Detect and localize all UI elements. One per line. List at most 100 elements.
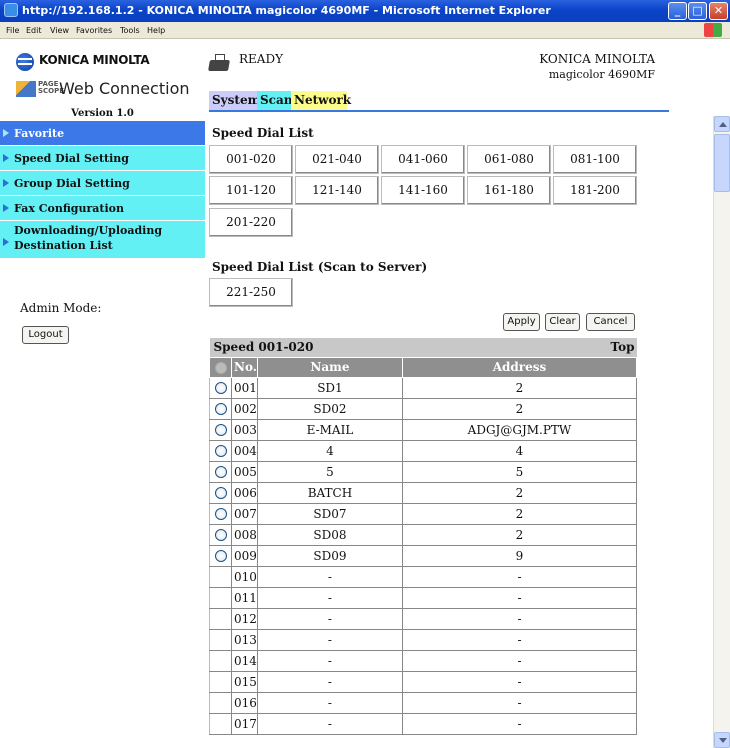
scroll-up-button[interactable] [714,116,730,132]
row-address-cell: - [401,712,638,735]
row-radio[interactable] [214,466,227,478]
table-caption: Speed 001-020 [209,338,403,357]
row-radio[interactable] [214,424,227,436]
menu-edit[interactable]: Edit [26,26,42,35]
range-button-001-020[interactable]: 001-020 [209,145,293,174]
row-no-cell: 012 [231,607,258,630]
top-link[interactable]: Top [402,338,637,357]
row-select-cell [209,628,232,651]
row-address-cell: 4 [401,439,638,462]
row-no-cell: 001 [231,376,258,399]
row-radio[interactable] [214,487,227,499]
nav-item-favorite[interactable]: Favorite [0,121,205,146]
row-select-cell [209,670,232,693]
table-row: 001 SD1 2 [209,376,638,399]
range-button-021-040[interactable]: 021-040 [295,145,379,174]
cancel-button[interactable]: Cancel [586,313,635,331]
range-button-141-160[interactable]: 141-160 [381,176,465,205]
row-no-cell: 016 [231,691,258,714]
row-select-cell [209,376,232,399]
row-select-cell [209,418,232,441]
nav-item-label: Fax Configuration [14,202,125,215]
range-button-041-060[interactable]: 041-060 [381,145,465,174]
nav-item-group-dial-setting[interactable]: Group Dial Setting [0,171,205,196]
row-select-cell [209,481,232,504]
table-row: 002 SD02 2 [209,397,638,420]
nav-item-download-upload[interactable]: Downloading/Uploading Destination List [0,221,205,259]
row-name-cell: - [256,607,403,630]
tab-network[interactable]: Network [291,91,351,110]
tab-scan[interactable]: Scan [257,91,292,110]
row-radio[interactable] [214,508,227,520]
row-select-cell [209,565,232,588]
tab-underline [209,110,669,112]
pagescope-text: PAGE SCOPE [38,80,65,95]
windows-logo-icon [704,23,722,37]
logout-button[interactable]: Logout [22,326,69,344]
nav-item-label: Downloading/Uploading Destination List [14,224,163,252]
menu-help[interactable]: Help [147,26,165,35]
row-address-cell: - [401,691,638,714]
close-button[interactable]: ✕ [709,2,728,20]
row-name-cell: BATCH [256,481,403,504]
row-select-cell [209,691,232,714]
row-radio[interactable] [214,445,227,457]
row-select-cell [209,712,232,735]
range-button-121-140[interactable]: 121-140 [295,176,379,205]
nav-item-fax-configuration[interactable]: Fax Configuration [0,196,205,221]
row-radio[interactable] [214,403,227,415]
range-button-161-180[interactable]: 161-180 [467,176,551,205]
row-no-cell: 017 [231,712,258,735]
table-row: 007 SD07 2 [209,502,638,525]
range-button-061-080[interactable]: 061-080 [467,145,551,174]
apply-button[interactable]: Apply [503,313,540,331]
range-button-201-220[interactable]: 201-220 [209,208,293,237]
table-caption-row: Speed 001-020 Top [209,338,637,357]
row-radio[interactable] [214,550,227,562]
table-row: 011- - [209,586,638,609]
name-column-header: Name [256,356,403,378]
table-row: 004 4 4 [209,439,638,462]
range-button-081-100[interactable]: 081-100 [553,145,637,174]
row-no-cell: 003 [231,418,258,441]
speed-dial-list-title: Speed Dial List [212,126,314,140]
clear-button[interactable]: Clear [545,313,580,331]
server-list-title: Speed Dial List (Scan to Server) [212,260,428,274]
no-column-header: No. [231,356,258,378]
nav-item-label: Speed Dial Setting [14,152,129,165]
maximize-button[interactable]: □ [688,2,707,20]
vertical-scrollbar[interactable] [713,116,730,748]
minimize-button[interactable]: _ [668,2,687,20]
table-row: 015- - [209,670,638,693]
range-button-101-120[interactable]: 101-120 [209,176,293,205]
menu-tools[interactable]: Tools [120,26,140,35]
row-address-cell: - [401,586,638,609]
table-row: 016- - [209,691,638,714]
row-address-cell: 2 [401,397,638,420]
row-radio[interactable] [214,529,227,541]
row-name-cell: SD07 [256,502,403,525]
row-select-cell [209,397,232,420]
nav-item-speed-dial-setting[interactable]: Speed Dial Setting [0,146,205,171]
device-brand: KONICA MINOLTA magicolor 4690MF [539,52,655,82]
table-row: 009 SD09 9 [209,544,638,567]
server-range-button[interactable]: 221-250 [209,278,293,307]
range-button-181-200[interactable]: 181-200 [553,176,637,205]
row-select-cell [209,649,232,672]
table-row: 010- - [209,565,638,588]
row-address-cell: 2 [401,481,638,504]
menu-favorites[interactable]: Favorites [76,26,112,35]
scroll-down-button[interactable] [714,732,730,748]
menu-file[interactable]: File [6,26,19,35]
menu-view[interactable]: View [50,26,69,35]
row-name-cell: - [256,712,403,735]
row-no-cell: 010 [231,565,258,588]
row-select-cell [209,502,232,525]
tab-system[interactable]: System [209,91,260,110]
arrow-right-icon [3,238,9,246]
table-row: 008 SD08 2 [209,523,638,546]
left-panel: KONICA MINOLTA PAGE SCOPE Web Connection… [0,39,205,748]
scroll-thumb[interactable] [714,134,730,192]
arrow-right-icon [3,154,9,162]
row-radio[interactable] [214,382,227,394]
